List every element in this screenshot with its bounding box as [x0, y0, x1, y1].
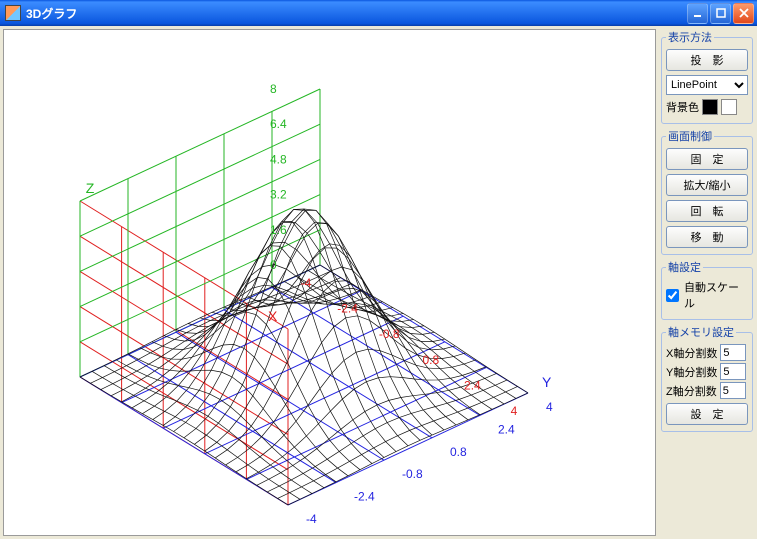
ticks-panel: 軸メモリ設定 X軸分割数 Y軸分割数 Z軸分割数 設 定: [661, 324, 753, 432]
svg-text:X: X: [268, 308, 278, 324]
side-panel: 表示方法 投 影 LinePoint 背景色 画面制御 固 定 拡大/縮小 回 …: [659, 26, 757, 539]
autoscale-label: 自動スケール: [684, 279, 748, 311]
display-panel: 表示方法 投 影 LinePoint 背景色: [661, 29, 753, 124]
svg-text:-4: -4: [306, 512, 317, 526]
svg-text:4.8: 4.8: [270, 152, 287, 166]
ticks-legend: 軸メモリ設定: [666, 324, 736, 340]
y-divisions-input[interactable]: [720, 363, 746, 380]
svg-text:8: 8: [270, 82, 277, 96]
window-buttons: [687, 3, 754, 24]
axis-legend: 軸設定: [666, 259, 703, 275]
svg-text:2.4: 2.4: [498, 422, 515, 436]
view-panel: 画面制御 固 定 拡大/縮小 回 転 移 動: [661, 128, 753, 255]
zoom-button[interactable]: 拡大/縮小: [666, 174, 748, 196]
svg-text:3.2: 3.2: [270, 188, 287, 202]
z-divisions-input[interactable]: [720, 382, 746, 399]
fix-button[interactable]: 固 定: [666, 148, 748, 170]
svg-text:-4: -4: [301, 276, 312, 290]
svg-text:-0.8: -0.8: [402, 467, 423, 481]
titlebar: 3Dグラフ: [0, 0, 757, 26]
plot-3d: 0 1.6 3.2 4.8 6.4 8 -4 -2.4 -0.8 0.8 2.4 4 -4 -2.4 -0.…: [4, 30, 649, 535]
x-divisions-input[interactable]: [720, 344, 746, 361]
app-icon: [5, 5, 21, 21]
svg-text:1.6: 1.6: [270, 223, 287, 237]
minimize-button[interactable]: [687, 3, 708, 24]
rotate-button[interactable]: 回 転: [666, 200, 748, 222]
svg-text:4: 4: [511, 404, 518, 418]
window-title: 3Dグラフ: [26, 5, 687, 22]
close-button[interactable]: [733, 3, 754, 24]
svg-text:-2.4: -2.4: [337, 302, 358, 316]
svg-text:0.8: 0.8: [450, 445, 467, 459]
svg-text:-2.4: -2.4: [354, 490, 375, 504]
svg-text:0: 0: [270, 258, 277, 272]
apply-ticks-button[interactable]: 設 定: [666, 403, 748, 425]
svg-text:Y: Y: [542, 374, 552, 390]
plot-area[interactable]: 0 1.6 3.2 4.8 6.4 8 -4 -2.4 -0.8 0.8 2.4 4 -4 -2.4 -0.…: [3, 29, 656, 536]
svg-text:4: 4: [546, 400, 553, 414]
render-mode-select[interactable]: LinePoint: [666, 75, 748, 95]
view-legend: 画面制御: [666, 128, 714, 144]
projection-button[interactable]: 投 影: [666, 49, 748, 71]
move-button[interactable]: 移 動: [666, 226, 748, 248]
bgcolor-swatch-alt[interactable]: [721, 99, 737, 115]
svg-text:Z: Z: [86, 180, 95, 196]
maximize-button[interactable]: [710, 3, 731, 24]
svg-text:0.8: 0.8: [422, 353, 439, 367]
axis-panel: 軸設定 自動スケール: [661, 259, 753, 320]
autoscale-checkbox[interactable]: [666, 289, 679, 302]
svg-text:-0.8: -0.8: [379, 327, 400, 341]
svg-text:2.4: 2.4: [464, 378, 481, 392]
bgcolor-swatch-main[interactable]: [702, 99, 718, 115]
bgcolor-label: 背景色: [666, 99, 699, 115]
svg-text:6.4: 6.4: [270, 117, 287, 131]
display-legend: 表示方法: [666, 29, 714, 45]
y-divisions-label: Y軸分割数: [666, 364, 717, 380]
x-divisions-label: X軸分割数: [666, 345, 717, 361]
z-divisions-label: Z軸分割数: [666, 383, 717, 399]
